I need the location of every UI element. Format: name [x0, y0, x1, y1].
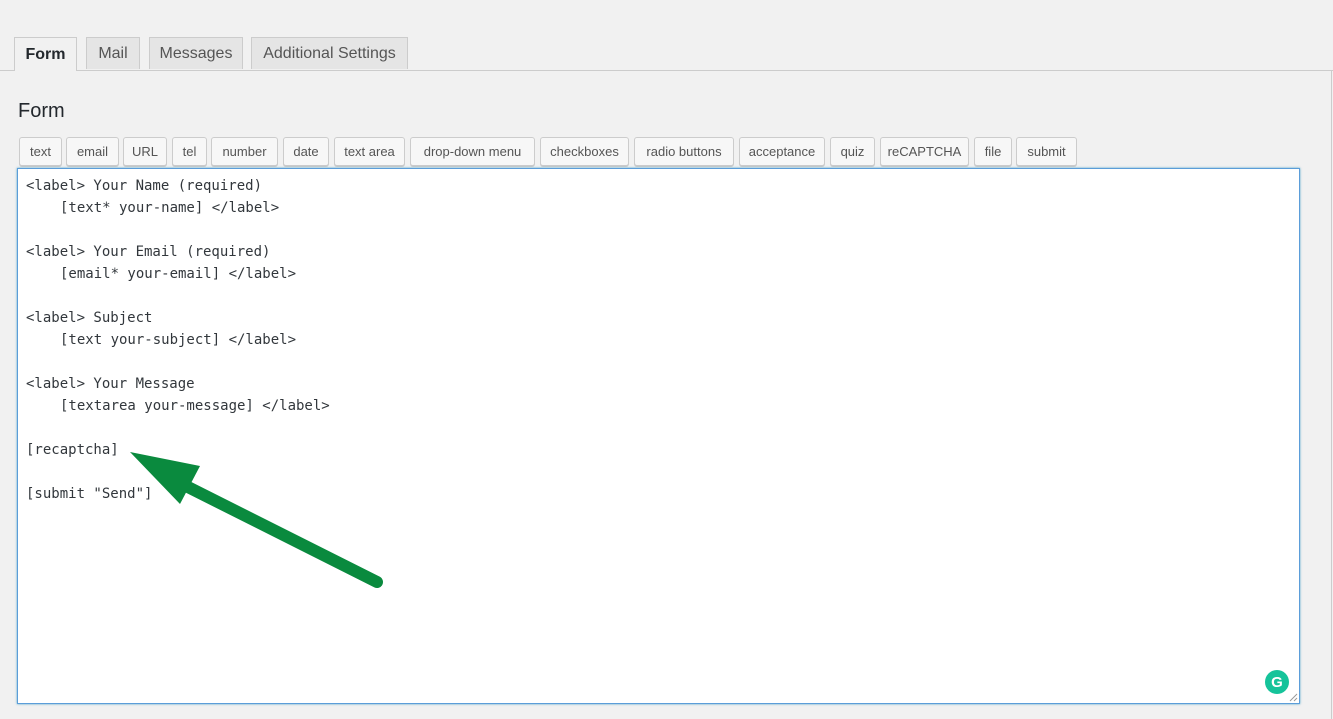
code-line-recaptcha: [recaptcha] [26, 442, 119, 458]
code-line: [email* your-email] </label> [60, 266, 297, 282]
tag-button-number[interactable]: number [211, 137, 278, 166]
code-line: <label> Your Message [26, 376, 195, 392]
tab-form[interactable]: Form [14, 37, 77, 71]
tag-button-radio-buttons[interactable]: radio buttons [634, 137, 734, 166]
form-template-editor[interactable]: <label> Your Name (required) [text* your… [17, 168, 1300, 704]
resize-handle-icon[interactable] [1288, 692, 1298, 702]
code-line: <label> Subject [26, 310, 153, 326]
tab-bar: Form Mail Messages Additional Settings [0, 0, 1333, 71]
tag-button-submit[interactable]: submit [1016, 137, 1077, 166]
tag-button-recaptcha[interactable]: reCAPTCHA [880, 137, 969, 166]
panel-border [1331, 70, 1332, 719]
code-line-submit: [submit "Send"] [26, 486, 153, 502]
tag-button-tel[interactable]: tel [172, 137, 207, 166]
tab-divider [0, 70, 1333, 71]
section-title: Form [18, 100, 65, 122]
tag-button-email[interactable]: email [66, 137, 119, 166]
tag-button-text-area[interactable]: text area [334, 137, 405, 166]
tag-button-text[interactable]: text [19, 137, 62, 166]
tag-button-quiz[interactable]: quiz [830, 137, 875, 166]
code-line: [textarea your-message] </label> [60, 398, 330, 414]
tag-button-drop-down-menu[interactable]: drop-down menu [410, 137, 535, 166]
tab-messages[interactable]: Messages [149, 37, 243, 69]
tag-button-acceptance[interactable]: acceptance [739, 137, 825, 166]
tag-button-date[interactable]: date [283, 137, 329, 166]
code-line: <label> Your Email (required) [26, 244, 271, 260]
tab-mail[interactable]: Mail [86, 37, 140, 69]
code-line: [text your-subject] </label> [60, 332, 297, 348]
code-line: [text* your-name] </label> [60, 200, 280, 216]
tab-additional-settings[interactable]: Additional Settings [251, 37, 408, 69]
tag-button-file[interactable]: file [974, 137, 1012, 166]
tag-button-url[interactable]: URL [123, 137, 167, 166]
code-line: <label> Your Name (required) [26, 178, 263, 194]
grammarly-icon[interactable]: G [1265, 670, 1289, 694]
tag-button-checkboxes[interactable]: checkboxes [540, 137, 629, 166]
